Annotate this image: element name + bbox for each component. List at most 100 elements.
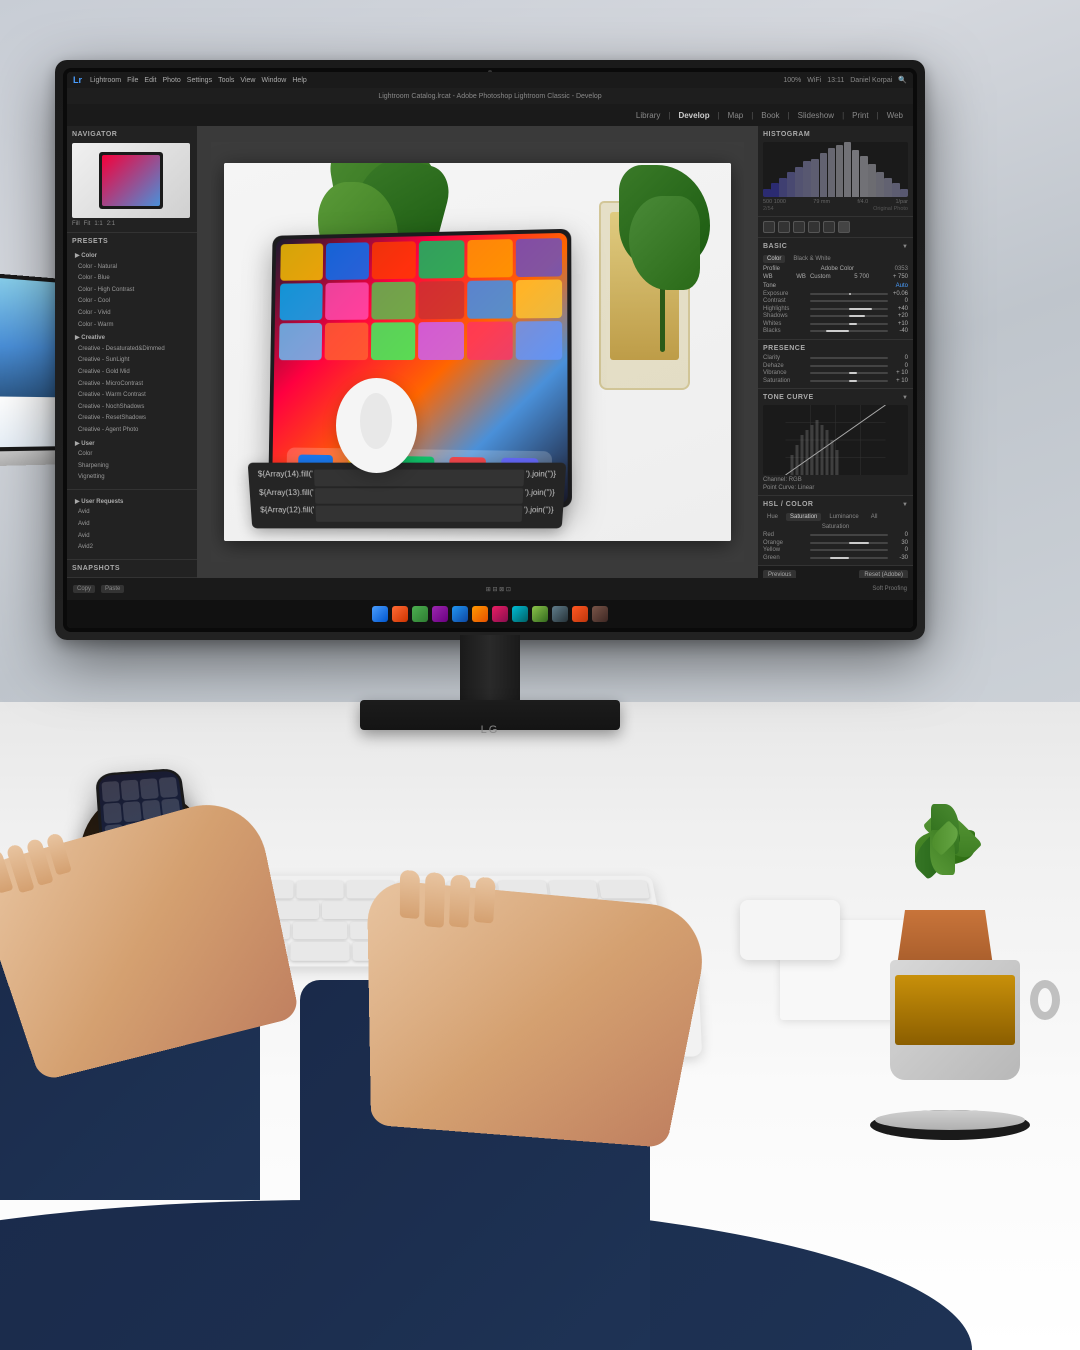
user-preset-4[interactable]: Avid2 bbox=[75, 542, 189, 554]
lr-menubar[interactable]: Lr Lightroom File Edit Photo Settings To… bbox=[67, 72, 913, 88]
preset-color-natural[interactable]: Color - Natural bbox=[75, 262, 189, 274]
reset-button[interactable]: Reset (Adobe) bbox=[859, 570, 908, 578]
slider-highlights[interactable]: Highlights +40 bbox=[763, 306, 908, 312]
profile-value[interactable]: Adobe Color bbox=[821, 266, 854, 272]
red-track[interactable] bbox=[810, 534, 888, 536]
whites-track[interactable] bbox=[810, 323, 888, 325]
preset-creative-5[interactable]: Creative - Warm Contrast bbox=[75, 390, 189, 402]
toolbar-view-icons[interactable]: ⊞ ⊟ ⊠ ⊡ bbox=[486, 586, 511, 593]
previous-button[interactable]: Previous bbox=[763, 570, 796, 578]
tool-crop[interactable] bbox=[763, 221, 775, 233]
module-library[interactable]: Library bbox=[636, 111, 660, 120]
exposure-track[interactable] bbox=[810, 293, 888, 295]
slider-whites[interactable]: Whites +10 bbox=[763, 321, 908, 327]
menu-settings[interactable]: Settings bbox=[187, 77, 212, 84]
hsl-tab-hue[interactable]: Hue bbox=[763, 513, 782, 521]
preset-user-2[interactable]: Sharpening bbox=[75, 461, 189, 473]
dock-photos[interactable] bbox=[532, 606, 548, 622]
lr-toolbar[interactable]: Copy Paste ⊞ ⊟ ⊠ ⊡ Soft Proofing bbox=[67, 578, 913, 600]
user-preset-1[interactable]: Avid bbox=[75, 507, 189, 519]
lr-module-bar[interactable]: Library | Develop | Map | Book | Slidesh… bbox=[67, 104, 913, 126]
menu-search[interactable]: 🔍 bbox=[898, 76, 907, 84]
key-g[interactable] bbox=[293, 921, 347, 939]
yellow-track[interactable] bbox=[810, 549, 888, 551]
menu-view[interactable]: View bbox=[240, 77, 255, 84]
dehaze-track[interactable] bbox=[810, 365, 888, 367]
tool-redeye[interactable] bbox=[793, 221, 805, 233]
zoom-2to1[interactable]: 2:1 bbox=[107, 221, 115, 227]
preset-color-warm[interactable]: Color - Warm bbox=[75, 320, 189, 332]
point-curve-value[interactable]: Linear bbox=[798, 485, 815, 491]
dock-mail[interactable] bbox=[492, 606, 508, 622]
slider-exposure[interactable]: Exposure +0.06 bbox=[763, 291, 908, 297]
dock-prefs[interactable] bbox=[552, 606, 568, 622]
module-slideshow[interactable]: Slideshow bbox=[798, 111, 834, 120]
preset-color-vivid[interactable]: Color - Vivid bbox=[75, 308, 189, 320]
dock-music[interactable] bbox=[512, 606, 528, 622]
dock-lr[interactable] bbox=[452, 606, 468, 622]
green-track[interactable] bbox=[810, 557, 888, 559]
preset-creative-1[interactable]: Creative - Desaturated&Dimmed bbox=[75, 344, 189, 356]
preset-creative-7[interactable]: Creative - ResetShadows bbox=[75, 413, 189, 425]
tool-gradient[interactable] bbox=[808, 221, 820, 233]
preset-color-cool[interactable]: Color - Cool bbox=[75, 296, 189, 308]
treatment-tabs[interactable]: Color Black & White bbox=[763, 255, 908, 263]
module-book[interactable]: Book bbox=[761, 111, 779, 120]
wb-options[interactable]: WB Custom bbox=[796, 274, 830, 280]
channel-label[interactable]: Channel: RGB bbox=[763, 477, 802, 483]
menu-window[interactable]: Window bbox=[261, 77, 286, 84]
dock-extra2[interactable] bbox=[592, 606, 608, 622]
tone-curve-chart[interactable] bbox=[763, 405, 908, 475]
lr-bottom-buttons[interactable]: Previous Reset (Adobe) bbox=[758, 566, 913, 578]
preset-creative-3[interactable]: Creative - Gold Mid bbox=[75, 367, 189, 379]
wb-custom[interactable]: WB bbox=[796, 274, 806, 280]
slider-green-sat[interactable]: Green -30 bbox=[763, 555, 908, 561]
hsl-tab-all[interactable]: All bbox=[867, 513, 882, 521]
hsl-toggle[interactable]: ▼ bbox=[902, 502, 908, 508]
user-preset-3[interactable]: Avid bbox=[75, 531, 189, 543]
dock-messages[interactable] bbox=[412, 606, 428, 622]
hsl-tabs[interactable]: Hue Saturation Luminance All bbox=[763, 513, 908, 521]
dock-system[interactable] bbox=[432, 606, 448, 622]
hsl-tab-luminance[interactable]: Luminance bbox=[825, 513, 862, 521]
module-develop[interactable]: Develop bbox=[678, 111, 709, 120]
dock-ps[interactable] bbox=[472, 606, 488, 622]
vibrance-track[interactable] bbox=[810, 372, 888, 374]
slider-blacks[interactable]: Blacks -40 bbox=[763, 328, 908, 334]
shadows-track[interactable] bbox=[810, 315, 888, 317]
hsl-tab-saturation[interactable]: Saturation bbox=[786, 513, 821, 521]
module-map[interactable]: Map bbox=[728, 111, 744, 120]
tab-bw[interactable]: Black & White bbox=[789, 255, 834, 263]
dock-extra1[interactable] bbox=[572, 606, 588, 622]
slider-red-sat[interactable]: Red 0 bbox=[763, 532, 908, 538]
navigator-thumbnail[interactable] bbox=[72, 143, 190, 218]
menu-photo[interactable]: Photo bbox=[162, 77, 180, 84]
slider-shadows[interactable]: Shadows +20 bbox=[763, 313, 908, 319]
preset-user-1[interactable]: Color bbox=[75, 449, 189, 461]
tool-radial[interactable] bbox=[823, 221, 835, 233]
preset-creative-2[interactable]: Creative - SunLight bbox=[75, 355, 189, 367]
clarity-track[interactable] bbox=[810, 357, 888, 359]
preset-creative-6[interactable]: Creative - NochShadows bbox=[75, 402, 189, 414]
slider-dehaze[interactable]: Dehaze 0 bbox=[763, 363, 908, 369]
key-u[interactable] bbox=[322, 901, 375, 919]
zoom-fit[interactable]: Fit bbox=[84, 221, 91, 227]
soft-proofing-label[interactable]: Soft Proofing bbox=[872, 586, 907, 592]
preset-creative-4[interactable]: Creative - MicroContrast bbox=[75, 379, 189, 391]
tool-brush[interactable] bbox=[838, 221, 850, 233]
dock-safari[interactable] bbox=[392, 606, 408, 622]
contrast-track[interactable] bbox=[810, 300, 888, 302]
menu-help[interactable]: Help bbox=[292, 77, 306, 84]
slider-yellow-sat[interactable]: Yellow 0 bbox=[763, 547, 908, 553]
preset-user-3[interactable]: Vignetting bbox=[75, 472, 189, 484]
highlights-track[interactable] bbox=[810, 308, 888, 310]
preset-color-highcon[interactable]: Color - High Contrast bbox=[75, 285, 189, 297]
zoom-options[interactable]: Fill Fit 1:1 2:1 bbox=[72, 221, 192, 227]
orange-track[interactable] bbox=[810, 542, 888, 544]
module-web[interactable]: Web bbox=[887, 111, 903, 120]
slider-vibrance[interactable]: Vibrance + 10 bbox=[763, 370, 908, 376]
blacks-track[interactable] bbox=[810, 330, 888, 332]
wb-custom-label[interactable]: Custom bbox=[810, 274, 831, 280]
key-7[interactable] bbox=[296, 881, 344, 898]
toolbar-copy[interactable]: Copy bbox=[73, 585, 95, 593]
